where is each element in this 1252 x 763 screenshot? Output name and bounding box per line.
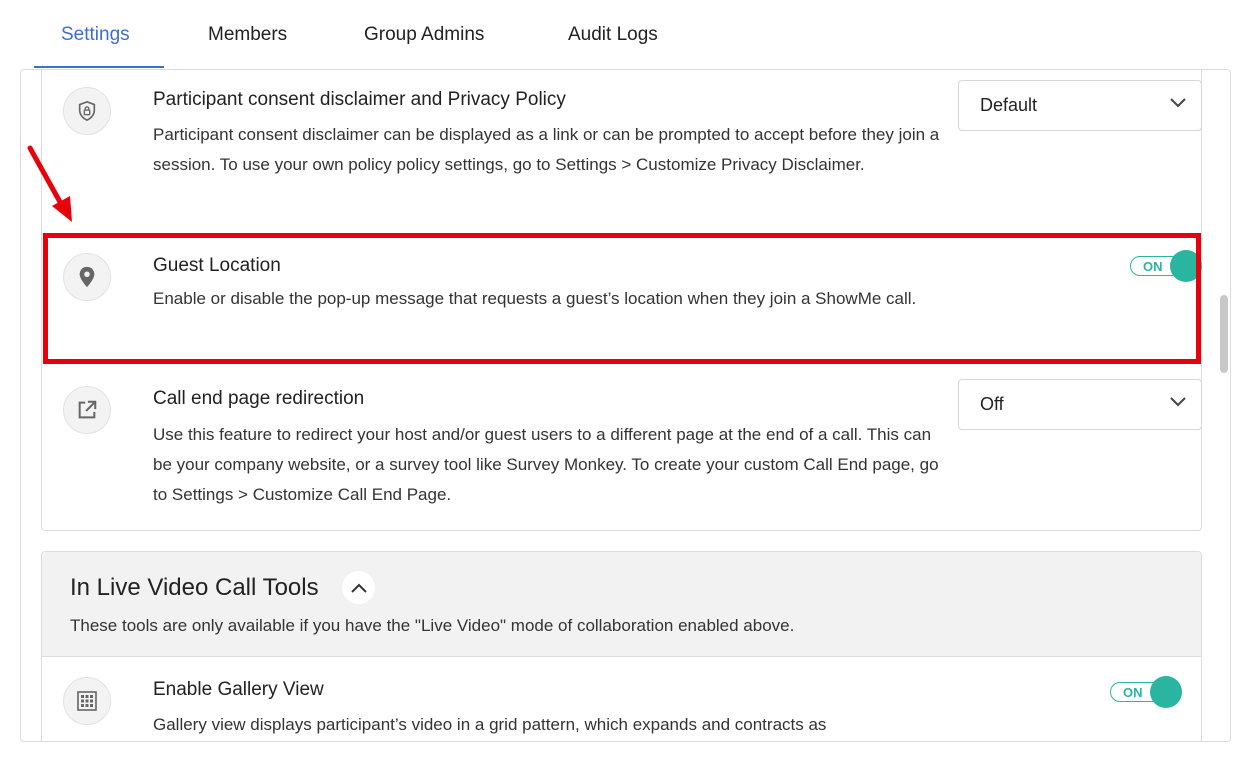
setting-privacy-policy: Participant consent disclaimer and Priva… xyxy=(42,70,1202,229)
setting-description: Gallery view displays participant’s vide… xyxy=(153,715,827,734)
toggle-label: ON xyxy=(1123,685,1143,700)
active-tab-indicator xyxy=(34,66,164,68)
select-value: Off xyxy=(980,394,1004,414)
toggle-knob xyxy=(1150,676,1182,708)
tab-audit-logs[interactable]: Audit Logs xyxy=(568,24,658,46)
setting-guest-location: Guest Location Enable or disable the pop… xyxy=(42,237,1202,362)
call-end-redirection-select[interactable]: Off xyxy=(958,379,1202,430)
setting-title: Guest Location xyxy=(153,255,281,276)
setting-description: Enable or disable the pop-up message tha… xyxy=(153,289,917,308)
settings-panel: Participant consent disclaimer and Priva… xyxy=(20,69,1231,742)
shield-lock-icon xyxy=(63,87,111,135)
tab-bar: Settings Members Group Admins Audit Logs xyxy=(0,0,1252,69)
scrollbar-thumb[interactable] xyxy=(1220,295,1228,373)
collapse-button[interactable] xyxy=(342,571,375,604)
privacy-policy-select[interactable]: Default xyxy=(958,80,1202,131)
tab-members[interactable]: Members xyxy=(208,24,287,46)
setting-title: Enable Gallery View xyxy=(153,679,324,700)
external-link-icon xyxy=(63,386,111,434)
setting-title: Participant consent disclaimer and Priva… xyxy=(153,89,566,110)
toggle-label: ON xyxy=(1143,259,1163,274)
settings-card: Participant consent disclaimer and Priva… xyxy=(41,70,1202,531)
section-description: These tools are only available if you ha… xyxy=(70,616,795,635)
annotation-arrow-icon xyxy=(27,145,72,222)
setting-description: Use this feature to redirect your host a… xyxy=(153,425,939,504)
scrollbar[interactable] xyxy=(1218,70,1230,741)
grid-icon xyxy=(63,677,111,725)
toggle-knob xyxy=(1170,250,1202,282)
chevron-down-icon xyxy=(1170,98,1186,108)
gallery-view-toggle[interactable]: ON xyxy=(1110,676,1182,708)
setting-description: Participant consent disclaimer can be di… xyxy=(153,125,940,174)
select-value: Default xyxy=(980,95,1038,115)
chevron-up-icon xyxy=(350,583,367,593)
section-title: In Live Video Call Tools xyxy=(70,574,319,601)
setting-gallery-view: Enable Gallery View Gallery view display… xyxy=(42,657,1201,741)
chevron-down-icon xyxy=(1170,397,1186,407)
section-header: In Live Video Call Tools These tools are… xyxy=(42,552,1201,657)
setting-title: Call end page redirection xyxy=(153,388,365,409)
tab-group-admins[interactable]: Group Admins xyxy=(364,24,484,46)
tab-settings[interactable]: Settings xyxy=(61,24,130,46)
guest-location-toggle[interactable]: ON xyxy=(1130,250,1202,282)
location-pin-icon xyxy=(63,253,111,301)
setting-call-end-redirection: Call end page redirection Use this featu… xyxy=(42,369,1202,529)
live-video-tools-section: In Live Video Call Tools These tools are… xyxy=(41,551,1202,741)
